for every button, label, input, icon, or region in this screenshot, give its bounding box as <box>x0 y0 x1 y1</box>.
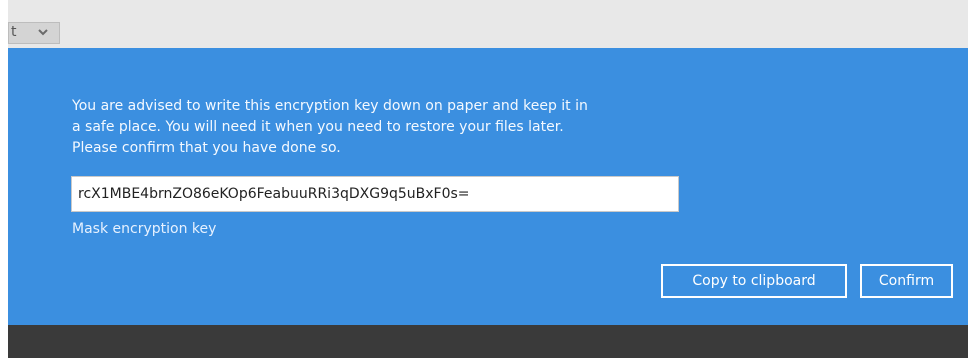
confirm-button[interactable]: Confirm <box>860 264 953 298</box>
background-page: t <box>8 0 968 48</box>
advisory-message: You are advised to write this encryption… <box>72 96 682 159</box>
message-line-3: Please confirm that you have done so. <box>72 140 341 156</box>
message-line-1: You are advised to write this encryption… <box>72 98 588 114</box>
encryption-key-field[interactable] <box>71 176 679 212</box>
message-line-2: a safe place. You will need it when you … <box>72 119 564 135</box>
chevron-down-icon <box>38 29 48 36</box>
background-dropdown-value: t <box>11 24 17 40</box>
encryption-key-dialog: You are advised to write this encryption… <box>8 48 968 325</box>
copy-to-clipboard-button[interactable]: Copy to clipboard <box>661 264 847 298</box>
overlay-bottom <box>8 325 968 358</box>
mask-encryption-key-link[interactable]: Mask encryption key <box>72 221 216 237</box>
background-dropdown[interactable]: t <box>8 22 60 44</box>
window-frame: t You are advised to write this encrypti… <box>8 0 968 358</box>
